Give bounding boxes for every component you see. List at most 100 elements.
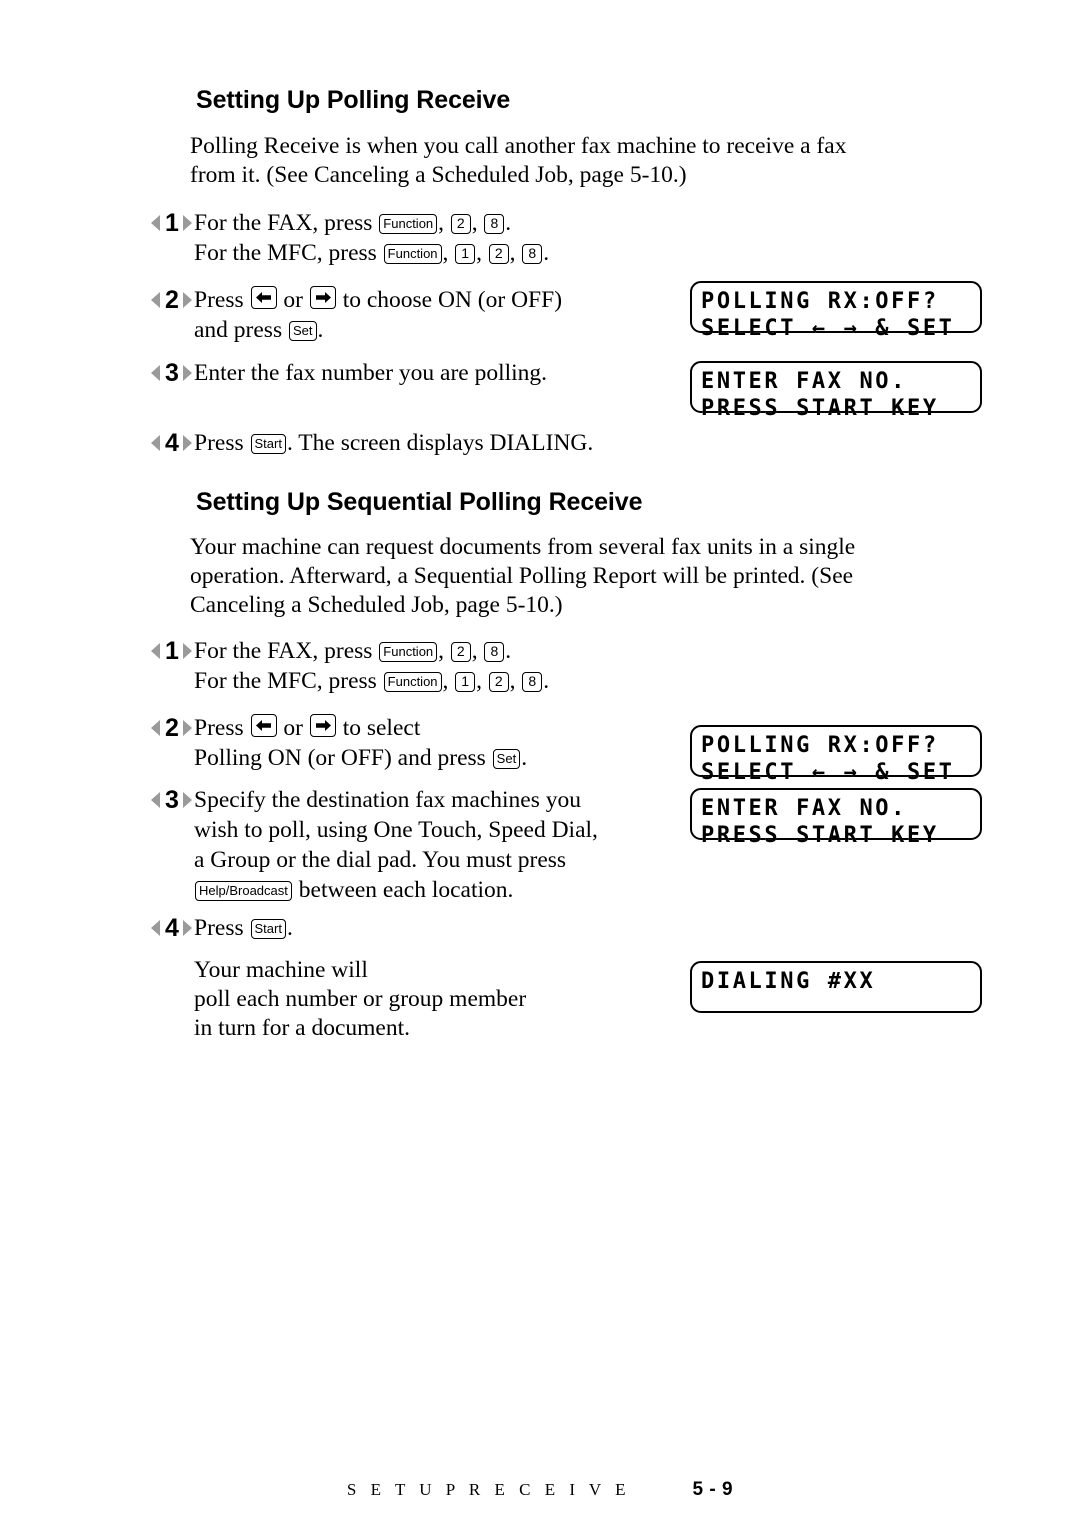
step-line: Press or to select [194,713,527,743]
step-4-section-2-note: Your machine will poll each number or gr… [194,956,694,1043]
step-text-fragment: between each location. [292,877,514,903]
step-marker: 3 [150,785,194,815]
step-3-section-2: 3 Specify the destination fax machines y… [150,785,598,905]
function-key[interactable]: Function [379,642,438,662]
section-heading-polling-receive: Setting Up Polling Receive [196,86,511,114]
lcd-display-polling-rx-2: POLLING RX:OFF? SELECT ← → & SET [690,725,982,786]
step-text-fragment: Press [194,915,250,941]
step-text-fragment: Press [194,715,250,741]
step-text-fragment: to select [336,715,421,741]
step-text: Press Start. The screen displays DIALING… [194,428,593,458]
step-text-fragment: For the FAX, press [194,210,379,236]
step-text-fragment: or [277,715,309,741]
digit-key-2[interactable]: 2 [488,244,509,264]
lcd-line-1: POLLING RX:OFF? [701,732,980,759]
intro-line: operation. Afterward, a Sequential Polli… [190,563,854,589]
step-text-fragment: . [505,210,512,236]
step-text-fragment: . [543,668,550,694]
intro-line: from it. (See Canceling a Scheduled Job,… [190,162,687,188]
step-text-fragment: . [543,240,550,266]
lcd-line-1: DIALING #XX [701,968,980,995]
lcd-line-2: PRESS START KEY [701,395,980,422]
step-text-fragment: . [286,915,293,941]
lcd-line-2: SELECT ← → & SET [701,315,980,342]
step-line: Specify the destination fax machines you [194,787,581,813]
lcd-line-1: POLLING RX:OFF? [701,288,980,315]
step-line: For the FAX, press Function, 2, 8. [194,638,512,664]
step-text-fragment: For the MFC, press [194,240,383,266]
step-4-section-1: 4 Press Start. The screen displays DIALI… [150,428,593,458]
step-marker: 4 [150,428,194,458]
step-line: For the FAX, press Function, 2, 8. [194,210,512,236]
lcd-line-1: ENTER FAX NO. [701,795,980,822]
footer-page-number: 5 - 9 [692,1479,734,1500]
note-line: in turn for a document. [194,1015,411,1041]
digit-key-2[interactable]: 2 [450,214,471,234]
step-marker: 1 [150,636,194,666]
document-page: Setting Up Polling Receive Polling Recei… [0,0,1080,1529]
help-broadcast-key[interactable]: Help/Broadcast [195,881,292,901]
step-marker: 3 [150,358,194,388]
step-line: For the MFC, press Function, 1, 2, 8. [194,240,550,266]
set-key[interactable]: Set [492,749,521,769]
step-marker: 1 [150,208,194,238]
lcd-display-dialing: DIALING #XX [690,961,982,1013]
digit-key-1[interactable]: 1 [455,244,476,264]
step-text: Specify the destination fax machines you… [194,785,598,905]
step-marker: 4 [150,913,194,943]
step-line: wish to poll, using One Touch, Speed Dia… [194,817,598,843]
lcd-line-2: PRESS START KEY [701,822,980,849]
function-key[interactable]: Function [383,244,442,264]
arrow-right-key-icon[interactable] [309,286,336,309]
step-line: Help/Broadcast between each location. [194,875,598,905]
start-key[interactable]: Start [250,434,286,454]
function-key[interactable]: Function [383,672,442,692]
set-key[interactable]: Set [288,321,317,341]
intro-line: Polling Receive is when you call another… [190,133,847,159]
step-line: Press Start. [194,913,293,943]
step-text-fragment: For the MFC, press [194,668,383,694]
step-text-fragment: . [317,317,324,343]
step-text-fragment: or [277,287,309,313]
start-key[interactable]: Start [250,919,286,939]
step-text-fragment: to choose ON (or OFF) [336,287,563,313]
footer-chapter-title: S E T U P R E C E I V E [346,1480,631,1499]
lcd-display-polling-rx-1: POLLING RX:OFF? SELECT ← → & SET [690,281,982,342]
digit-key-8[interactable]: 8 [522,244,543,264]
section-1-intro: Polling Receive is when you call another… [190,132,950,190]
step-line: Polling ON (or OFF) and press Set. [194,743,527,773]
step-text-fragment: and press [194,317,288,343]
step-line: and press Set. [194,315,562,345]
step-2-section-2: 2 Press or to select Polling ON (or OFF)… [150,713,527,773]
digit-key-2[interactable]: 2 [450,642,471,662]
digit-key-8[interactable]: 8 [484,214,505,234]
section-heading-sequential-polling-receive: Setting Up Sequential Polling Receive [196,488,643,516]
lcd-line-2: SELECT ← → & SET [701,759,980,786]
step-2-section-1: 2 Press or to choose ON (or OFF) and pre… [150,285,562,345]
step-marker: 2 [150,713,194,743]
step-text: Press or to choose ON (or OFF) and press… [194,285,562,345]
step-text: Press or to select Polling ON (or OFF) a… [194,713,527,773]
step-3-section-1: 3 Enter the fax number you are polling. [150,358,547,388]
step-1-section-1: 1 For the FAX, press Function, 2, 8. For… [150,208,549,268]
step-text-fragment: For the FAX, press [194,638,379,664]
digit-key-8[interactable]: 8 [484,642,505,662]
step-text-fragment: Press [194,430,250,456]
lcd-display-enter-fax-no-1: ENTER FAX NO. PRESS START KEY [690,361,982,422]
intro-line: Canceling a Scheduled Job, page 5-10.) [190,592,563,618]
lcd-line-1: ENTER FAX NO. [701,368,980,395]
function-key[interactable]: Function [379,214,438,234]
step-line: Enter the fax number you are polling. [194,360,548,386]
arrow-left-key-icon[interactable] [250,714,277,737]
step-text: For the FAX, press Function, 2, 8. For t… [194,636,549,696]
arrow-right-key-icon[interactable] [309,714,336,737]
step-text-fragment: . [521,745,528,771]
digit-key-1[interactable]: 1 [455,672,476,692]
digit-key-8[interactable]: 8 [522,672,543,692]
arrow-left-key-icon[interactable] [250,286,277,309]
digit-key-2[interactable]: 2 [488,672,509,692]
step-line: a Group or the dial pad. You must press [194,847,567,873]
step-text: Press Start. [194,913,293,943]
lcd-display-enter-fax-no-2: ENTER FAX NO. PRESS START KEY [690,788,982,849]
step-4-section-2: 4 Press Start. [150,913,293,943]
